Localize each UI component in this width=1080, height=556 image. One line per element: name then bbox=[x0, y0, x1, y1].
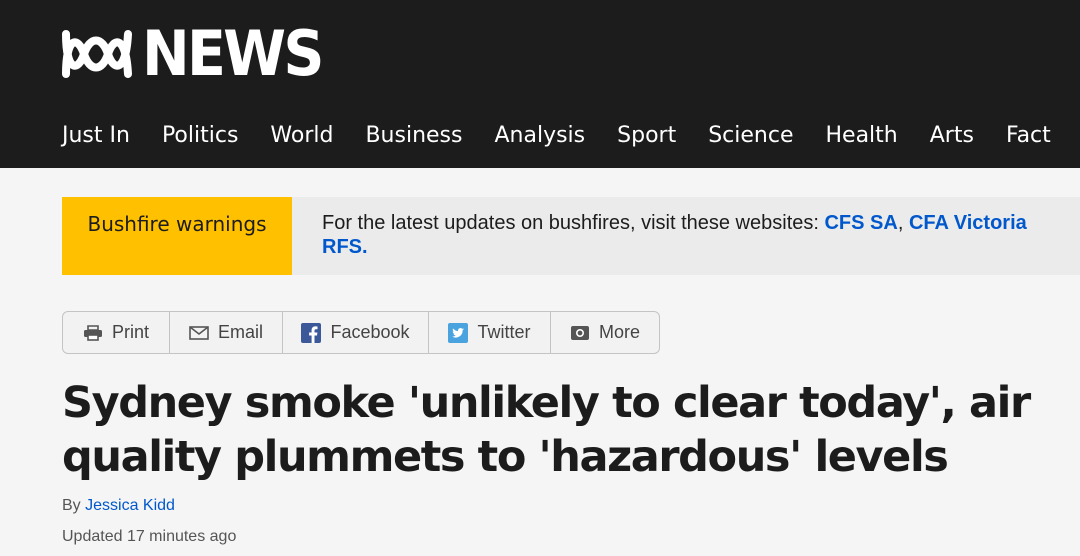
link-cfs-sa[interactable]: CFS SA bbox=[824, 212, 897, 234]
printer-icon bbox=[83, 324, 103, 341]
email-button[interactable]: Email bbox=[170, 312, 283, 353]
nav-item-sport[interactable]: Sport bbox=[617, 118, 676, 154]
more-icon bbox=[570, 325, 590, 341]
link-rfs[interactable]: RFS. bbox=[322, 236, 368, 258]
bushfire-alert-banner: Bushfire warnings For the latest updates… bbox=[62, 197, 1080, 275]
byline: By Jessica Kidd bbox=[62, 497, 175, 515]
envelope-icon bbox=[189, 325, 209, 340]
alert-label: Bushfire warnings bbox=[62, 197, 292, 275]
nav-item-analysis[interactable]: Analysis bbox=[494, 118, 585, 154]
author-link[interactable]: Jessica Kidd bbox=[85, 497, 175, 514]
nav-item-just-in[interactable]: Just In bbox=[62, 118, 130, 154]
nav-item-business[interactable]: Business bbox=[365, 118, 462, 154]
alert-text: For the latest updates on bushfires, vis… bbox=[322, 212, 825, 234]
byline-prefix: By bbox=[62, 497, 86, 514]
twitter-icon bbox=[448, 322, 469, 343]
abc-lissajous-icon bbox=[62, 30, 132, 78]
nav-item-arts[interactable]: Arts bbox=[930, 118, 974, 154]
abc-news-logo[interactable]: NEWS bbox=[60, 17, 337, 90]
print-label: Print bbox=[111, 322, 149, 342]
more-share-button[interactable]: More bbox=[551, 312, 659, 353]
nav-item-science[interactable]: Science bbox=[708, 118, 793, 154]
article-headline: Sydney smoke 'unlikely to clear today', … bbox=[62, 378, 1031, 482]
twitter-share-button[interactable]: Twitter bbox=[429, 312, 551, 353]
brand-name: NEWS bbox=[142, 17, 324, 90]
facebook-share-button[interactable]: Facebook bbox=[283, 312, 429, 353]
email-label: Email bbox=[217, 322, 263, 342]
updated-timestamp: Updated 17 minutes ago bbox=[62, 528, 237, 545]
facebook-icon bbox=[301, 322, 322, 343]
nav-item-health[interactable]: Health bbox=[826, 118, 898, 154]
print-button[interactable]: Print bbox=[63, 312, 170, 353]
link-cfa-victoria[interactable]: CFA Victoria bbox=[909, 212, 1027, 234]
alert-separator: , bbox=[897, 212, 909, 234]
nav-item-world[interactable]: World bbox=[270, 118, 333, 154]
nav-item-fact-check[interactable]: Fact bbox=[1006, 118, 1051, 154]
main-nav: Just In Politics World Business Analysis… bbox=[62, 118, 1080, 154]
twitter-label: Twitter bbox=[477, 322, 531, 342]
nav-item-politics[interactable]: Politics bbox=[162, 118, 238, 154]
masthead: NEWS Just In Politics World Business Ana… bbox=[0, 0, 1080, 168]
more-label: More bbox=[598, 322, 640, 342]
facebook-label: Facebook bbox=[330, 322, 410, 342]
alert-message: For the latest updates on bushfires, vis… bbox=[322, 211, 1080, 259]
share-toolbar: Print Email Facebook Twitter More bbox=[62, 311, 660, 354]
